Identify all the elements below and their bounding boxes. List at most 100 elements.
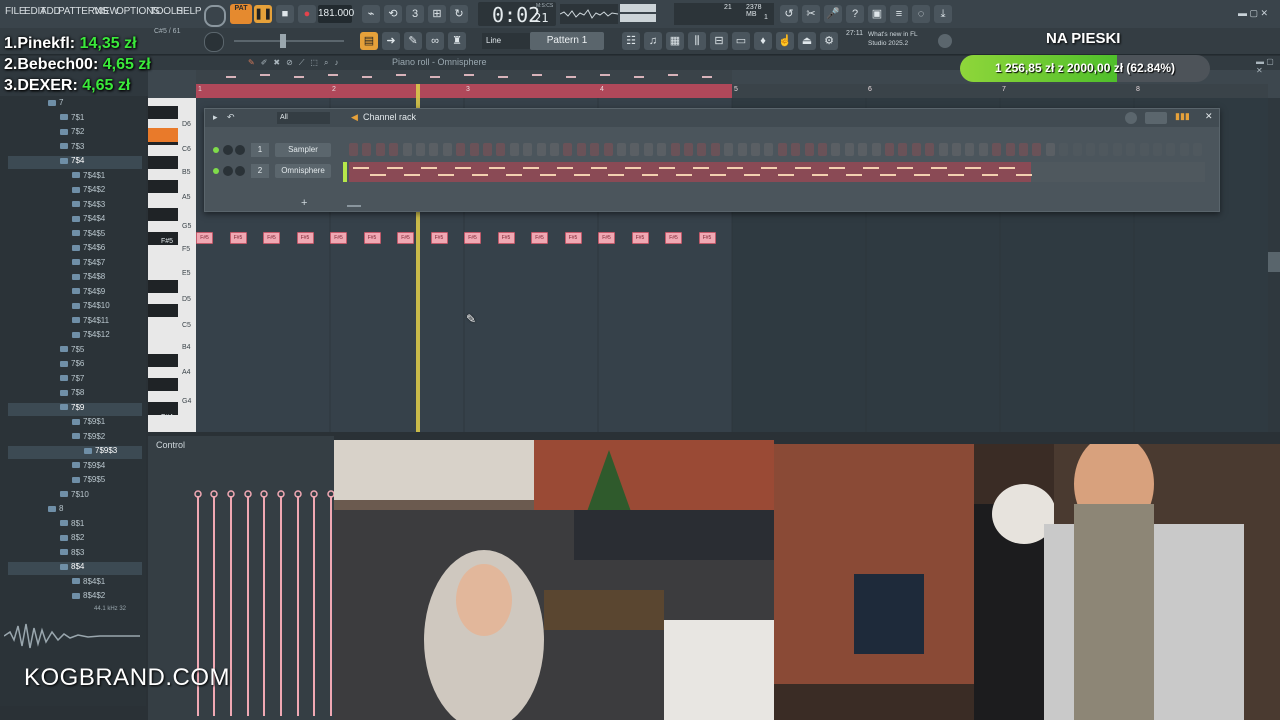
help-icon[interactable]: ? xyxy=(846,5,864,23)
step-button[interactable] xyxy=(710,143,720,156)
browser-item[interactable]: 7$4$2 xyxy=(8,185,142,198)
browser-icon[interactable]: ⊟ xyxy=(710,32,728,50)
add-channel-button[interactable]: + xyxy=(301,197,307,209)
browser-item[interactable]: 7$2 xyxy=(8,127,142,140)
menu-file[interactable]: FILE xyxy=(5,6,26,17)
pattern-song-toggle[interactable]: PAT xyxy=(230,4,252,24)
channel-rack-close-icon[interactable]: ✕ xyxy=(1205,111,1213,122)
step-button[interactable] xyxy=(550,143,559,156)
channel-mute-led[interactable] xyxy=(213,147,219,153)
note[interactable]: F#5 xyxy=(330,232,347,244)
pressed-key[interactable] xyxy=(148,128,178,142)
slice-tool-icon[interactable]: ⟋ xyxy=(299,58,305,68)
step-button[interactable] xyxy=(1086,143,1095,156)
rack-layout-icon[interactable]: ▮▮▮ xyxy=(1175,111,1190,122)
browser-item[interactable]: 7$4$5 xyxy=(8,229,142,242)
download-icon[interactable]: ⤓ xyxy=(934,5,952,23)
browser-item[interactable]: 7$10 xyxy=(8,490,142,503)
step-button[interactable] xyxy=(1112,143,1122,156)
menu-help[interactable]: HELP xyxy=(176,6,202,17)
slider-handle[interactable] xyxy=(280,34,286,48)
step-button[interactable] xyxy=(898,143,908,156)
piano-keyboard[interactable]: D6 C6 B5 A5 G5 F#5 F5 E5 D5 C5 B4 A4 G4 F#4 xyxy=(148,98,196,432)
channel-piano-preview[interactable] xyxy=(349,162,1205,182)
black-key[interactable] xyxy=(148,304,178,317)
step-button[interactable] xyxy=(777,143,787,156)
channel-mute-led[interactable] xyxy=(213,168,219,174)
black-key[interactable] xyxy=(148,156,178,169)
browser-item[interactable]: 7$4$10 xyxy=(8,301,142,314)
channel-select-indicator[interactable] xyxy=(343,162,347,182)
browser-item[interactable]: 7$4$12 xyxy=(8,330,142,343)
browser-item[interactable]: 8 xyxy=(8,504,142,517)
step-button[interactable] xyxy=(844,143,854,156)
wait-input-icon[interactable]: ⟲ xyxy=(384,5,402,23)
note[interactable]: F#5 xyxy=(263,232,280,244)
snap-magnet-icon[interactable]: ▤ xyxy=(360,32,378,50)
browser-item[interactable]: 7$4$1 xyxy=(8,171,142,184)
step-button[interactable] xyxy=(831,143,841,156)
tempo-display[interactable]: 181.000 xyxy=(318,5,354,23)
main-volume-knob[interactable] xyxy=(204,32,224,52)
step-button[interactable] xyxy=(563,143,573,156)
playlist-icon[interactable]: ☷ xyxy=(622,32,640,50)
note[interactable]: F#5 xyxy=(229,232,247,244)
rack-arrow-icon[interactable]: ▸ xyxy=(213,112,218,123)
play-tool-icon[interactable]: ♪ xyxy=(334,58,338,68)
step-button[interactable] xyxy=(429,143,439,156)
save-icon[interactable]: ▣ xyxy=(868,5,886,23)
step-button[interactable] xyxy=(684,143,693,156)
step-button[interactable] xyxy=(1153,143,1162,156)
browser-item[interactable]: 7$4$4 xyxy=(8,214,142,227)
step-button[interactable] xyxy=(1166,143,1176,156)
channel-name-button[interactable]: Omnisphere xyxy=(275,164,331,178)
undo-icon[interactable]: ↺ xyxy=(780,5,798,23)
browser-item[interactable]: 7$3 xyxy=(8,142,142,155)
step-button[interactable] xyxy=(657,143,667,156)
time-display[interactable]: 0:02 21 M:S:CS xyxy=(478,2,556,27)
plugin-db-icon[interactable]: ⚙ xyxy=(820,32,838,50)
step-button[interactable] xyxy=(938,143,948,156)
step-button[interactable] xyxy=(1045,143,1055,156)
step-button[interactable] xyxy=(590,143,600,156)
channel-filter[interactable]: All xyxy=(277,112,330,124)
tempo-tap-icon[interactable]: ⏏ xyxy=(798,32,816,50)
step-button[interactable] xyxy=(362,143,372,156)
browser-item[interactable]: 8$1 xyxy=(8,519,142,532)
zoom-tool-icon[interactable]: ⌕ xyxy=(324,58,328,68)
step-button[interactable] xyxy=(402,143,412,156)
metronome-icon[interactable]: ⌁ xyxy=(362,5,380,23)
step-button[interactable] xyxy=(804,143,814,156)
delete-tool-icon[interactable]: ✖ xyxy=(273,58,280,68)
note[interactable]: F#5 xyxy=(296,232,314,244)
step-button[interactable] xyxy=(1179,143,1189,156)
plugin-icon[interactable]: ▭ xyxy=(732,32,750,50)
step-button[interactable] xyxy=(536,143,546,156)
note[interactable]: F#5 xyxy=(430,232,448,244)
step-button[interactable] xyxy=(469,143,479,156)
step-button[interactable] xyxy=(576,143,586,156)
pencil-tool-icon[interactable]: ✎ xyxy=(248,58,255,68)
browser-item[interactable]: 7$7 xyxy=(8,374,142,387)
black-key[interactable] xyxy=(148,208,178,221)
pencil-icon[interactable]: ✎ xyxy=(404,32,422,50)
channel-rack-icon[interactable]: ▦ xyxy=(666,32,684,50)
step-button[interactable] xyxy=(509,143,519,156)
hint-knob-icon[interactable] xyxy=(204,5,226,27)
browser-item[interactable]: 8$4 xyxy=(8,562,142,575)
record-button[interactable]: ● xyxy=(298,5,316,23)
step-button[interactable] xyxy=(523,143,533,156)
channel-name-button[interactable]: Sampler xyxy=(275,143,331,157)
step-button[interactable] xyxy=(992,143,1002,156)
step-button[interactable] xyxy=(1099,143,1109,156)
black-key[interactable] xyxy=(148,378,178,391)
channel-number[interactable]: 1 xyxy=(251,143,269,157)
step-button[interactable] xyxy=(496,143,506,156)
stamp-icon[interactable]: ♜ xyxy=(448,32,466,50)
browser-item[interactable]: 7$9$3 xyxy=(8,446,142,459)
browser-item[interactable]: 7$4$9 xyxy=(8,287,142,300)
channel-pan-knob[interactable] xyxy=(223,145,233,155)
piano-roll-window-controls[interactable]: ▬ ▢ ✕ xyxy=(1256,57,1280,75)
note[interactable]: F#5 xyxy=(196,232,213,244)
channel-volume-knob[interactable] xyxy=(235,145,245,155)
